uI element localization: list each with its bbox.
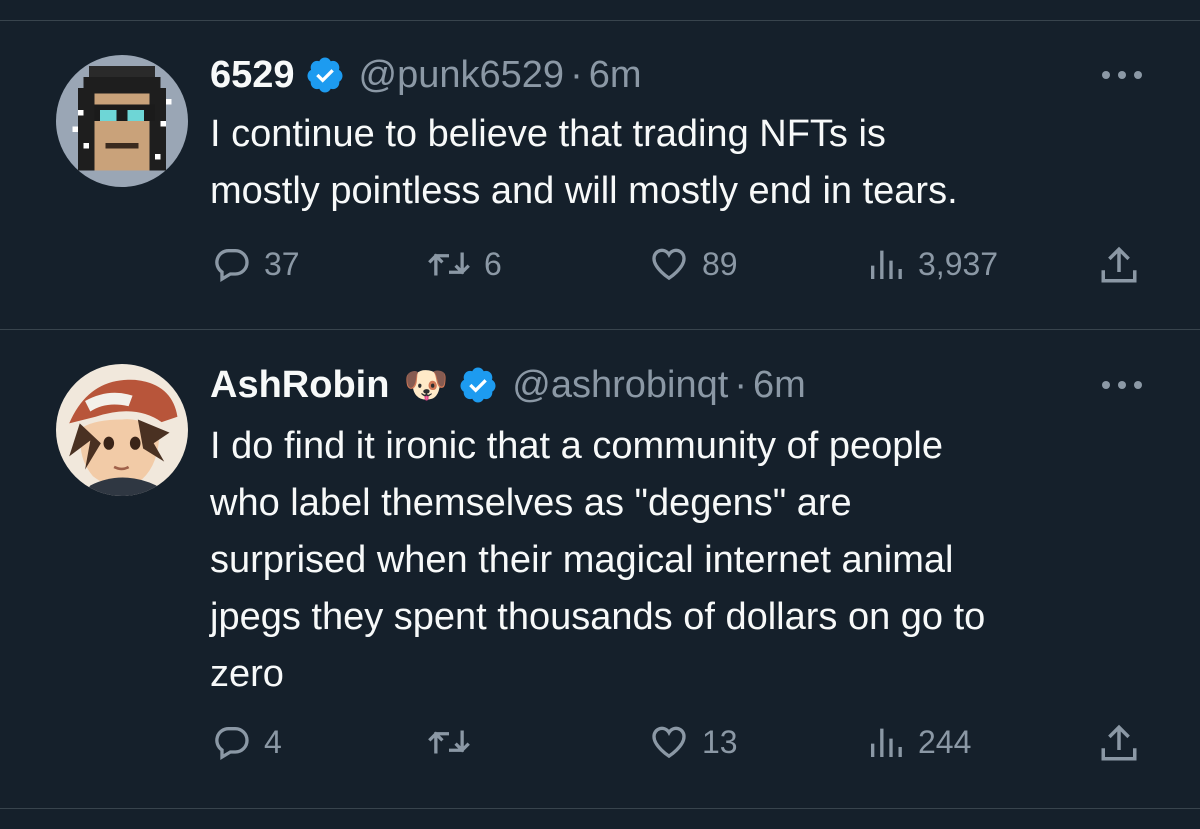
views-count: 3,937 — [918, 245, 999, 282]
reply-icon — [215, 248, 249, 282]
reply-icon — [215, 726, 249, 760]
more-options-icon[interactable] — [1102, 378, 1142, 392]
like-button[interactable]: 13 — [648, 722, 738, 762]
retweet-button[interactable] — [426, 722, 484, 762]
reply-count: 37 — [264, 245, 300, 282]
views-button[interactable]: 244 — [866, 722, 971, 762]
like-button[interactable]: 89 — [648, 244, 738, 284]
tweet-text: I do find it ironic that a community of … — [210, 418, 1150, 703]
bottom-divider — [0, 808, 1200, 809]
handle[interactable]: @ashrobinqt — [512, 364, 728, 407]
tweet-actions: 4 13 244 — [0, 722, 1200, 772]
tweet-text-line: I continue to believe that trading NFTs … — [210, 113, 886, 155]
display-name[interactable]: 6529 — [210, 54, 295, 97]
like-count: 89 — [702, 245, 738, 282]
more-options-icon[interactable] — [1102, 68, 1142, 82]
anime-trainer-avatar-icon — [56, 364, 188, 496]
tweet-actions: 37 6 89 3,937 — [0, 244, 1200, 294]
display-name[interactable]: AshRobin — [210, 364, 389, 407]
avatar[interactable] — [56, 364, 188, 496]
dog-emoji-icon: 🐶 — [403, 364, 449, 405]
retweet-button[interactable]: 6 — [426, 244, 502, 284]
tweet-text-line: mostly pointless and will mostly end in … — [210, 170, 958, 212]
reply-count: 4 — [264, 723, 282, 760]
reply-button[interactable]: 4 — [212, 722, 282, 762]
tweet[interactable]: 6529 @punk6529 · 6m I continue to believ… — [0, 0, 1200, 330]
share-button[interactable] — [1098, 244, 1140, 286]
separator-dot: · — [734, 363, 747, 406]
retweet-icon — [428, 252, 470, 276]
views-bar-chart-icon — [871, 728, 902, 757]
tweet-text-line: surprised when their magical internet an… — [210, 539, 954, 581]
tweet-header: 6529 @punk6529 · 6m — [210, 50, 642, 100]
heart-icon — [652, 248, 686, 281]
share-icon — [1101, 724, 1137, 761]
retweet-icon — [428, 730, 470, 754]
retweet-count: 6 — [484, 245, 502, 282]
tweet-text-line: who label themselves as "degens" are — [210, 482, 852, 524]
reply-button[interactable]: 37 — [212, 244, 300, 284]
pixel-punk-avatar-icon — [56, 55, 188, 187]
heart-icon — [652, 726, 686, 759]
views-button[interactable]: 3,937 — [866, 244, 998, 284]
share-icon — [1101, 246, 1137, 283]
separator-dot: · — [570, 53, 583, 96]
tweet-text-line: zero — [210, 653, 284, 695]
verified-badge-icon — [307, 57, 343, 93]
views-count: 244 — [918, 723, 972, 760]
like-count: 13 — [702, 723, 738, 760]
tweet-text-line: jpegs they spent thousands of dollars on… — [210, 596, 986, 638]
timestamp[interactable]: 6m — [589, 54, 642, 97]
handle[interactable]: @punk6529 — [359, 54, 565, 97]
tweet[interactable]: AshRobin 🐶 @ashrobinqt · 6m I do find it… — [0, 330, 1200, 810]
verified-badge-icon — [460, 367, 496, 403]
share-button[interactable] — [1098, 722, 1140, 764]
avatar[interactable] — [56, 55, 188, 187]
timestamp[interactable]: 6m — [753, 364, 806, 407]
tweet-header: AshRobin 🐶 @ashrobinqt · 6m — [210, 360, 806, 410]
tweet-text-line: I do find it ironic that a community of … — [210, 425, 943, 467]
views-bar-chart-icon — [871, 250, 902, 279]
tweet-text: I continue to believe that trading NFTs … — [210, 106, 1150, 220]
